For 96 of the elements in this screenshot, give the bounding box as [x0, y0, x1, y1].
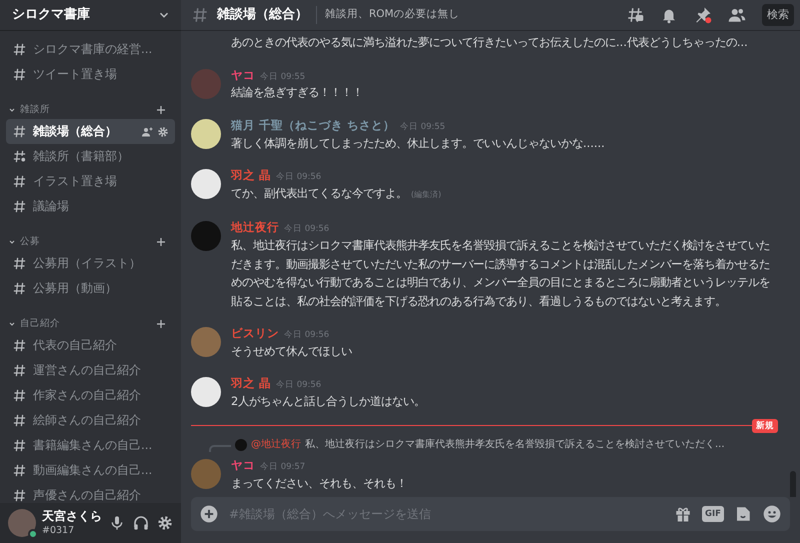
message-text: 結論を急ぎすぎる！！！！ — [231, 85, 363, 100]
new-messages-label: 新規 — [752, 418, 778, 434]
user-avatar — [191, 118, 221, 149]
timestamp: 今日 09:56 — [284, 329, 330, 342]
hash-icon — [12, 256, 27, 271]
gif-button[interactable]: GIF — [702, 506, 724, 522]
message-text: 著しく体調を崩してしまったため、休止します。でいいんじゃないかな...... — [231, 136, 605, 150]
channel-item[interactable]: 雑談場（総合） — [6, 119, 175, 144]
channel-item[interactable]: 絵師さんの自己紹介 — [6, 408, 175, 433]
category-label[interactable]: 自己紹介 — [20, 316, 60, 332]
server-header[interactable]: シロクマ書庫 — [0, 0, 181, 31]
channel-title: 雑談場（総合） — [217, 6, 308, 24]
chevron-down-icon — [8, 320, 16, 328]
channel-item[interactable]: 動画編集さんの自己... — [6, 458, 175, 483]
reply-preview: 私、地辻夜行はシロクマ書庫代表熊井孝友氏を名誉毀損で訴えることを検討させていただく... — [305, 438, 725, 452]
hash-icon — [12, 388, 27, 403]
author-name[interactable]: ヤコ — [231, 66, 255, 82]
reply-mention[interactable]: @地辻夜行 — [251, 437, 301, 452]
channel-item[interactable]: 作家さんの自己紹介 — [6, 383, 175, 408]
hash-icon — [12, 42, 27, 57]
hash-icon — [12, 124, 27, 139]
author-name[interactable]: 地辻夜行 — [231, 219, 279, 236]
reply-connector — [209, 444, 231, 452]
chevron-down-icon — [8, 106, 16, 114]
emoji-icon[interactable] — [762, 504, 782, 524]
message-text: てか、副代表出てくるな今ですよ。 — [231, 186, 407, 200]
user-avatar — [191, 68, 221, 98]
timestamp: 今日 09:55 — [400, 120, 446, 134]
search-field[interactable]: 検索 — [762, 4, 794, 26]
pin-icon[interactable] — [694, 6, 712, 24]
message-text: そうせめて休んでほしい — [231, 344, 352, 358]
user-avatar — [8, 509, 36, 537]
threads-icon[interactable] — [626, 6, 644, 24]
members-icon[interactable] — [728, 6, 746, 24]
author-name[interactable]: 羽之 晶 — [231, 167, 272, 183]
edited-label: (編集済) — [411, 190, 442, 199]
add-member-icon[interactable] — [141, 126, 153, 138]
user-avatar — [191, 459, 221, 490]
user-avatar — [191, 221, 221, 252]
headphones-icon[interactable] — [133, 515, 149, 531]
timestamp: 今日 09:56 — [276, 171, 322, 184]
settings-icon[interactable] — [157, 515, 173, 531]
channel-item[interactable]: 公募用（イラスト） — [6, 251, 175, 276]
timestamp: 今日 09:56 — [284, 223, 330, 236]
gift-icon[interactable] — [674, 505, 692, 523]
channel-topic: 雑談用、ROMの必要は無し — [325, 7, 460, 22]
reply-avatar — [235, 438, 247, 451]
author-name[interactable]: 羽之 晶 — [231, 375, 272, 392]
user-tag: #0317 — [42, 526, 102, 536]
channel-item[interactable]: イラスト置き場 — [6, 169, 175, 194]
channel-item[interactable]: 代表の自己紹介 — [6, 333, 175, 358]
microphone-icon[interactable] — [109, 515, 125, 531]
channel-item[interactable]: ツイート置き場 — [6, 62, 175, 87]
hash-icon — [12, 488, 27, 503]
author-name[interactable]: ヤコ — [231, 457, 255, 474]
message-text: まってください、それも、それも！ — [231, 476, 407, 490]
message-text: 私、地辻夜行はシロクマ書庫代表熊井孝友氏を名誉毀損で訴えることを検討させていただく検討をさせていただきます。動画撮影させていただいた私のサーバーに誘導するコメントは混乱したメンバーを落ち着かせるためのやむを得ない行動であることは明白であり、メンバー全員の目にとまるところに扇動者というレッテルを貼ることは、私の社会的評価を下げる恐れのある行為であり、看過しうるものではないと考えます。 — [231, 238, 770, 308]
channel-item[interactable]: 公募用（動画） — [6, 276, 175, 301]
user-avatar — [191, 327, 221, 357]
add-channel-icon[interactable] — [155, 236, 167, 248]
channel-item[interactable]: 運営さんの自己紹介 — [6, 358, 175, 383]
channel-item[interactable]: シロクマ書庫の経営... — [6, 37, 175, 62]
user-avatar — [191, 377, 221, 408]
settings-icon[interactable] — [157, 126, 169, 138]
channel-item[interactable]: 声優さんの自己紹介 — [6, 483, 175, 503]
user-name: 天宮さくら — [42, 510, 102, 522]
author-name[interactable]: 猫月 千聖（ねこづき ちさと） — [231, 116, 396, 133]
hash-icon — [191, 6, 209, 24]
hash-icon — [12, 338, 27, 353]
channel-item[interactable]: 議論場 — [6, 194, 175, 219]
timestamp: 今日 09:57 — [260, 461, 306, 474]
hash-icon — [12, 363, 27, 378]
hash-icon — [12, 174, 27, 189]
add-channel-icon[interactable] — [155, 318, 167, 330]
hash-icon — [12, 463, 27, 478]
hash-thread-icon — [12, 149, 27, 164]
user-avatar — [191, 169, 221, 199]
server-name: シロクマ書庫 — [12, 6, 90, 24]
category-label[interactable]: 雑談所 — [20, 102, 50, 118]
chevron-down-icon — [8, 238, 16, 246]
message-text: 2人がちゃんと話し合うしか道はない。 — [231, 394, 426, 408]
category-label[interactable]: 公募 — [20, 234, 40, 250]
timestamp: 今日 09:55 — [260, 70, 306, 84]
message-text: あのときの代表のやる気に満ち溢れた夢について行きたいってお伝えしたのに...代表どうしちゃったの... — [231, 35, 748, 49]
add-channel-icon[interactable] — [155, 104, 167, 116]
hash-icon — [12, 413, 27, 428]
hash-icon — [12, 67, 27, 82]
author-name[interactable]: ビスリン — [231, 325, 279, 341]
add-icon[interactable] — [199, 504, 219, 524]
timestamp: 今日 09:56 — [276, 379, 322, 392]
hash-icon — [12, 281, 27, 296]
channel-item[interactable]: 書籍編集さんの自己... — [6, 433, 175, 458]
hash-icon — [12, 199, 27, 214]
hash-icon — [12, 438, 27, 453]
sticker-icon[interactable] — [734, 505, 752, 523]
channel-item[interactable]: 雑談所（書籍部） — [6, 144, 175, 169]
